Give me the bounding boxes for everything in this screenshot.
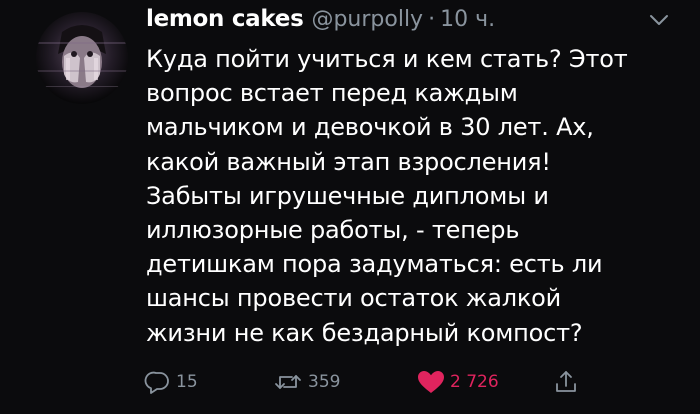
tweet-text-line: детишкам пора задуматься: есть ли bbox=[146, 250, 603, 279]
retweet-icon bbox=[272, 368, 304, 396]
tweet-text-line: вопрос встает перед каждым bbox=[146, 79, 518, 108]
share-button[interactable] bbox=[552, 366, 580, 398]
reply-button[interactable]: 15 bbox=[144, 366, 198, 398]
share-icon bbox=[552, 368, 580, 396]
avatar[interactable] bbox=[36, 12, 128, 104]
like-count: 2 726 bbox=[450, 372, 499, 392]
author-handle[interactable]: @purpolly bbox=[311, 7, 423, 32]
tweet-header: lemon cakes @purpolly · 10 ч. bbox=[146, 6, 495, 36]
avatar-image bbox=[36, 12, 128, 104]
tweet-text: Куда пойти учиться и кем стать? Этот воп… bbox=[146, 42, 676, 350]
tweet-text-line: шансы провести остаток жалкой bbox=[146, 284, 562, 313]
tweet-text-line: иллюзорные работы, - теперь bbox=[146, 216, 520, 245]
reply-icon bbox=[144, 368, 172, 396]
tweet-text-line: мальчиком и девочкой в 30 лет. Ах, bbox=[146, 113, 594, 142]
retweet-count: 359 bbox=[308, 372, 341, 392]
reply-count: 15 bbox=[176, 372, 198, 392]
author-name[interactable]: lemon cakes bbox=[146, 6, 304, 32]
separator-dot: · bbox=[428, 7, 436, 32]
tweet-text-line: какой важный этап взросления! bbox=[146, 147, 551, 176]
heart-icon bbox=[416, 368, 446, 396]
timestamp[interactable]: 10 ч. bbox=[440, 7, 495, 32]
tweet-text-line: Куда пойти учиться и кем стать? Этот bbox=[146, 45, 628, 73]
tweet-card[interactable]: lemon cakes @purpolly · 10 ч. Куда пойти… bbox=[0, 0, 700, 414]
retweet-button[interactable]: 359 bbox=[272, 366, 340, 398]
tweet-actions: 15 359 2 726 bbox=[144, 366, 664, 398]
like-button[interactable]: 2 726 bbox=[416, 366, 499, 398]
tweet-text-line: жизни не как бездарный компост? bbox=[146, 318, 583, 347]
chevron-down-icon[interactable] bbox=[648, 12, 670, 28]
tweet-text-line: Забыты игрушечные дипломы и bbox=[146, 181, 549, 210]
